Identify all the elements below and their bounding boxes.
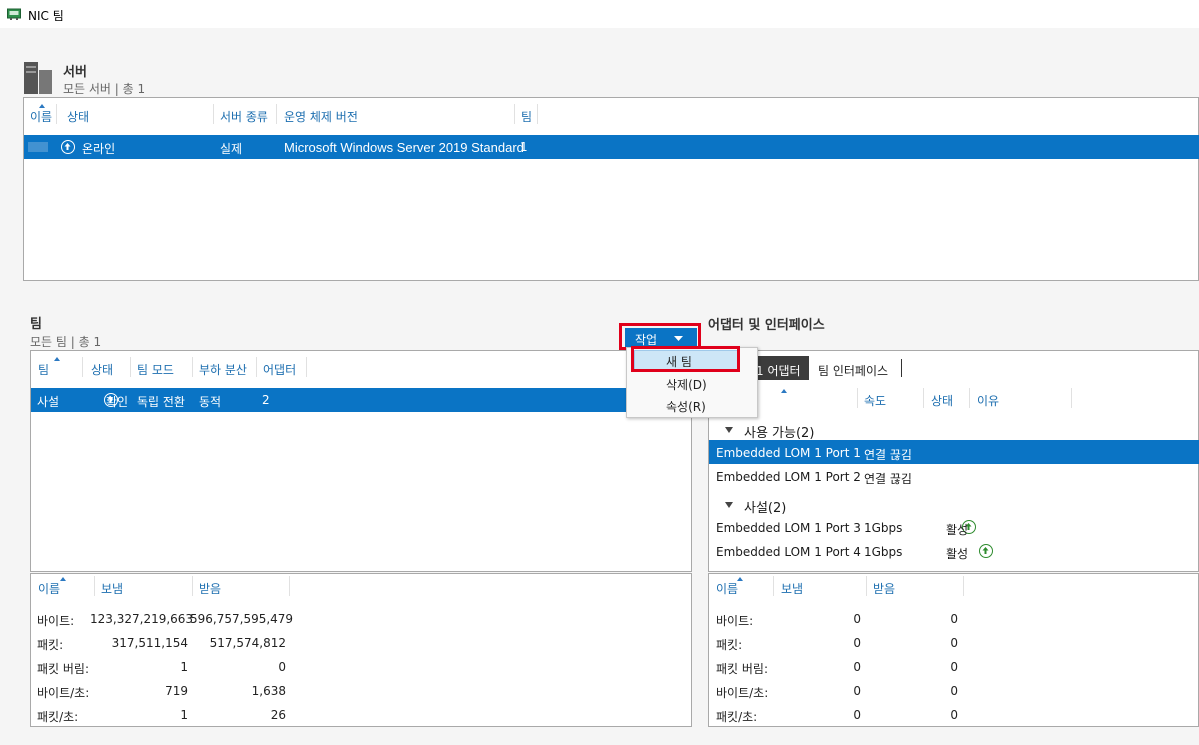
title-bar bbox=[0, 0, 1199, 28]
adapters-title: 어댑터 및 인터페이스 bbox=[708, 318, 825, 333]
stat-label: 바이트/초: bbox=[716, 686, 769, 700]
col-server-status[interactable]: 상태 bbox=[67, 108, 89, 125]
server-os: Microsoft Windows Server 2019 Standard bbox=[284, 140, 524, 155]
stat-label: 바이트: bbox=[37, 614, 75, 628]
team-balancing: 동적 bbox=[199, 395, 222, 409]
adapter-name[interactable]: Embedded LOM 1 Port 4 bbox=[716, 545, 861, 559]
col-team-name[interactable]: 팀 bbox=[38, 361, 49, 378]
col-team-status[interactable]: 상태 bbox=[91, 361, 113, 378]
stat-received: 0 bbox=[950, 708, 958, 722]
tab-adapters-label: 1 어댑터 bbox=[756, 364, 801, 378]
stat-sent: 0 bbox=[853, 612, 861, 626]
col-os-version[interactable]: 운영 체제 버전 bbox=[284, 108, 358, 125]
stat-sent: 123,327,219,663 bbox=[90, 612, 194, 626]
servers-title: 서버 bbox=[63, 65, 87, 80]
stat-received: 26 bbox=[270, 708, 286, 722]
server-row[interactable] bbox=[24, 135, 1199, 159]
col-reason[interactable]: 이유 bbox=[977, 392, 999, 409]
stat-sent: 0 bbox=[853, 684, 861, 698]
col-server-type[interactable]: 서버 종류 bbox=[220, 108, 268, 125]
col-stat-received[interactable]: 받음 bbox=[199, 580, 221, 597]
stat-received: 0 bbox=[950, 684, 958, 698]
stat-sent: 0 bbox=[853, 708, 861, 722]
stat-sent: 1 bbox=[180, 708, 188, 722]
group-private: 사설(2) bbox=[744, 501, 787, 516]
stat-received: 0 bbox=[950, 660, 958, 674]
stat-sent: 0 bbox=[853, 660, 861, 674]
collapse-triangle-icon[interactable] bbox=[725, 502, 733, 508]
teams-title: 팀 bbox=[30, 317, 42, 332]
highlight-new-team bbox=[631, 346, 740, 372]
stat-label: 패킷: bbox=[37, 638, 64, 652]
adapter-speed: 1Gbps bbox=[864, 545, 903, 559]
group-available: 사용 가능(2) bbox=[744, 426, 815, 441]
window-title: NIC 팀 bbox=[28, 9, 64, 23]
servers-panel bbox=[23, 97, 1199, 281]
team-name: 사설 bbox=[37, 395, 60, 409]
server-status: 온라인 bbox=[82, 142, 116, 156]
adapter-speed: 연결 끊김 bbox=[864, 448, 912, 462]
adapter-speed: 1Gbps bbox=[864, 521, 903, 535]
col-stat-name[interactable]: 이름 bbox=[38, 580, 60, 597]
adapter-name: Embedded LOM 1 Port 1 bbox=[716, 446, 861, 460]
adapter-state: 활성 bbox=[946, 547, 969, 561]
server-name-redacted bbox=[28, 142, 48, 152]
col-stat-received[interactable]: 받음 bbox=[873, 580, 895, 597]
stat-received: 517,574,812 bbox=[209, 636, 286, 650]
stat-label: 패킷/초: bbox=[716, 710, 758, 724]
sort-ascending-icon bbox=[60, 577, 66, 581]
col-stat-sent[interactable]: 보냄 bbox=[101, 580, 123, 597]
server-icon bbox=[24, 62, 52, 94]
col-teams[interactable]: 팀 bbox=[521, 108, 532, 125]
stat-sent: 0 bbox=[853, 636, 861, 650]
team-status: 확인 bbox=[106, 395, 129, 409]
menu-item-delete[interactable]: 삭제(D) bbox=[666, 376, 707, 393]
adapter-name[interactable]: Embedded LOM 1 Port 3 bbox=[716, 521, 861, 535]
collapse-triangle-icon[interactable] bbox=[725, 427, 733, 433]
team-stats-panel bbox=[30, 573, 692, 727]
servers-subtitle: 모든 서버 | 총 1 bbox=[63, 82, 146, 96]
col-state[interactable]: 상태 bbox=[931, 392, 953, 409]
stat-sent: 317,511,154 bbox=[111, 636, 188, 650]
stat-label: 패킷 버림: bbox=[37, 662, 90, 676]
stat-received: 1,638 bbox=[251, 684, 286, 698]
stat-received: 0 bbox=[950, 636, 958, 650]
team-adapters: 2 bbox=[262, 393, 270, 407]
stat-received: 0 bbox=[278, 660, 286, 674]
teams-subtitle: 모든 팀 | 총 1 bbox=[30, 335, 102, 349]
col-speed[interactable]: 속도 bbox=[864, 392, 886, 409]
stat-label: 패킷: bbox=[716, 638, 743, 652]
adapter-speed: 연결 끊김 bbox=[864, 472, 912, 486]
teams-panel bbox=[30, 350, 692, 572]
team-mode: 독립 전환 bbox=[137, 395, 185, 409]
col-adapters[interactable]: 어댑터 bbox=[263, 361, 296, 378]
stat-received: 0 bbox=[950, 612, 958, 626]
col-stat-sent[interactable]: 보냄 bbox=[781, 580, 803, 597]
menu-item-properties[interactable]: 속성(R) bbox=[666, 398, 706, 415]
server-teams: 1 bbox=[520, 140, 528, 154]
stat-received: 596,757,595,479 bbox=[190, 612, 294, 626]
sort-ascending-icon bbox=[781, 389, 787, 393]
team-row[interactable] bbox=[31, 388, 691, 412]
col-stat-name[interactable]: 이름 bbox=[716, 580, 738, 597]
col-load-balancing[interactable]: 부하 분산 bbox=[199, 361, 247, 378]
nic-team-app-icon bbox=[7, 8, 21, 20]
server-type: 실제 bbox=[220, 142, 243, 156]
status-online-icon bbox=[61, 140, 75, 154]
col-team-mode[interactable]: 팀 모드 bbox=[137, 361, 174, 378]
stat-label: 바이트/초: bbox=[37, 686, 90, 700]
tab-team-interfaces[interactable]: 팀 인터페이스 bbox=[818, 362, 888, 379]
stat-sent: 1 bbox=[180, 660, 188, 674]
stat-label: 패킷/초: bbox=[37, 710, 79, 724]
sort-ascending-icon bbox=[54, 357, 60, 361]
stat-label: 바이트: bbox=[716, 614, 754, 628]
stat-sent: 719 bbox=[165, 684, 188, 698]
adapter-name[interactable]: Embedded LOM 1 Port 2 bbox=[716, 470, 861, 484]
col-server-name[interactable]: 이름 bbox=[30, 108, 52, 125]
adapter-state: 활성 bbox=[946, 523, 969, 537]
stat-label: 패킷 버림: bbox=[716, 662, 769, 676]
